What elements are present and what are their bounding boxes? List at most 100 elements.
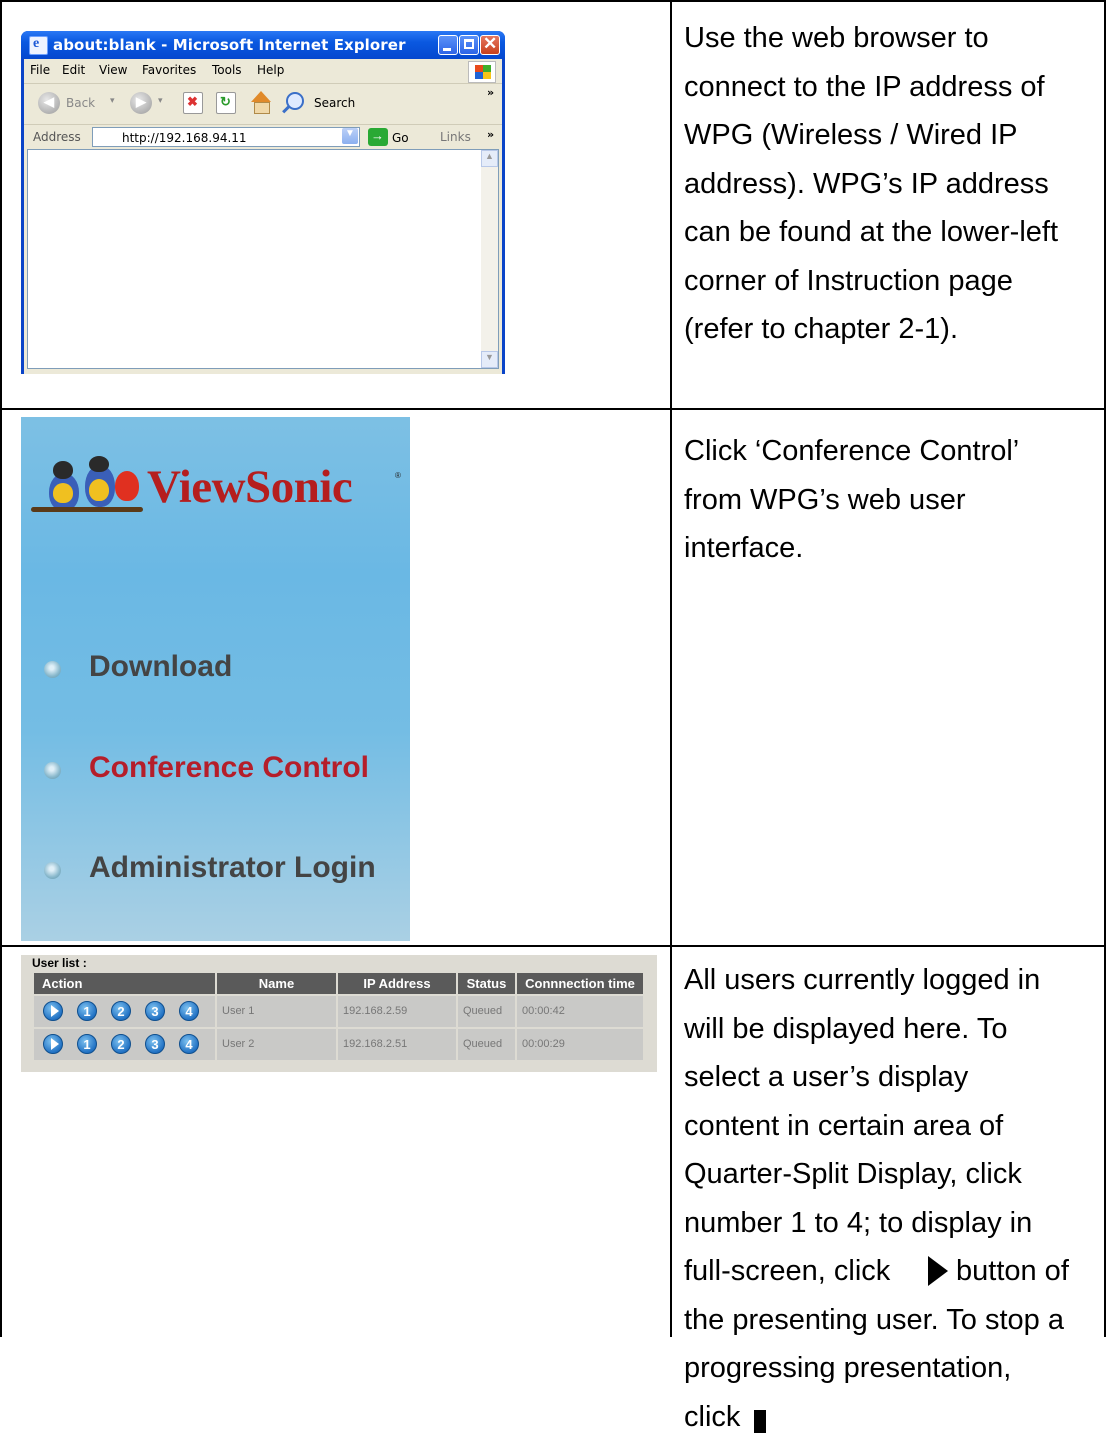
back-dropdown-icon[interactable]: ▾: [110, 96, 115, 106]
birds-logo-icon: [31, 459, 143, 529]
scroll-up-icon[interactable]: ▲: [481, 150, 498, 167]
slot-1-button[interactable]: 1: [77, 1034, 97, 1054]
menu-item-label: Conference Control: [89, 751, 369, 785]
slot-4-button[interactable]: 4: [179, 1001, 199, 1021]
desc-line: Click ‘Conference Control’: [684, 427, 1102, 476]
description-user-list: All users currently logged in will be di…: [684, 956, 1102, 1441]
desc-line: All users currently logged in: [684, 956, 1102, 1005]
scroll-down-icon[interactable]: ▼: [481, 351, 498, 368]
ie-client-area: File Edit View Favorites Tools Help ◀ Ba…: [24, 59, 502, 374]
play-icon[interactable]: [43, 1001, 63, 1021]
action-cell: 1 2 3 4: [34, 1029, 217, 1060]
table-row-divider: [0, 408, 1106, 410]
stop-icon[interactable]: ✖: [183, 92, 203, 114]
menu-help[interactable]: Help: [257, 63, 284, 77]
user-list-title: User list :: [32, 956, 87, 970]
desc-line: number 1 to 4; to display in: [684, 1199, 1102, 1248]
radio-bullet-icon: [44, 661, 61, 678]
name-cell: User 2: [217, 1029, 338, 1060]
play-icon: [928, 1256, 948, 1286]
menu-file[interactable]: File: [30, 63, 50, 77]
ie-menu-bar: File Edit View Favorites Tools Help: [24, 59, 502, 84]
forward-dropdown-icon[interactable]: ▾: [158, 96, 163, 106]
table-row-divider: [0, 945, 1106, 947]
desc-line: WPG (Wireless / Wired IP: [684, 111, 1102, 160]
status-cell: Queued: [458, 996, 517, 1027]
links-chevron-icon[interactable]: »: [487, 128, 494, 141]
description-browser: Use the web browser to connect to the IP…: [684, 14, 1102, 354]
minimize-icon[interactable]: [438, 35, 458, 55]
menu-view[interactable]: View: [99, 63, 127, 77]
name-cell: User 1: [217, 996, 338, 1027]
address-input[interactable]: http://192.168.94.11: [92, 127, 360, 147]
forward-arrow-icon[interactable]: ▶: [130, 92, 152, 114]
slot-1-button[interactable]: 1: [77, 1001, 97, 1021]
table-border-left: [0, 0, 2, 1337]
desc-line: select a user’s display: [684, 1053, 1102, 1102]
ie-window-title: about:blank - Microsoft Internet Explore…: [53, 36, 406, 54]
ie-title-bar: e about:blank - Microsoft Internet Explo…: [21, 31, 505, 59]
toolbar-chevron-icon[interactable]: »: [487, 86, 494, 99]
back-arrow-icon[interactable]: ◀: [38, 92, 60, 114]
ip-cell: 192.168.2.51: [338, 1029, 458, 1060]
desc-line-with-icon: full-screen, click button of: [684, 1247, 1102, 1296]
ip-cell: 192.168.2.59: [338, 996, 458, 1027]
close-icon[interactable]: ✕: [480, 35, 500, 55]
desc-line: can be found at the lower-left: [684, 208, 1102, 257]
desc-line: connect to the IP address of: [684, 63, 1102, 112]
viewsonic-web-ui: ViewSonic ® Download Conference Control …: [21, 417, 410, 941]
desc-text: click: [684, 1401, 740, 1433]
table-header: Action Name IP Address Status Connnectio…: [34, 973, 643, 994]
menu-tools[interactable]: Tools: [212, 63, 242, 77]
home-icon[interactable]: [248, 91, 274, 115]
time-cell: 00:00:42: [517, 996, 643, 1027]
desc-text: button of: [956, 1247, 1069, 1296]
header-name: Name: [217, 973, 338, 994]
desc-line-with-icon: click: [684, 1393, 1102, 1441]
play-icon[interactable]: [43, 1034, 63, 1054]
vertical-scrollbar[interactable]: ▲ ▼: [481, 150, 498, 368]
back-label[interactable]: Back: [66, 96, 95, 110]
stop-icon: [754, 1410, 766, 1433]
refresh-icon[interactable]: ↻: [216, 92, 236, 114]
links-label[interactable]: Links: [440, 130, 471, 144]
desc-line: will be displayed here. To: [684, 1005, 1102, 1054]
status-cell: Queued: [458, 1029, 517, 1060]
user-list-panel: User list : Action Name IP Address Statu…: [21, 955, 657, 1072]
ie-browser-window: e about:blank - Microsoft Internet Explo…: [21, 31, 505, 374]
radio-bullet-icon: [44, 862, 61, 879]
address-dropdown-icon[interactable]: ▼: [342, 128, 358, 144]
menu-edit[interactable]: Edit: [62, 63, 85, 77]
desc-line: progressing presentation,: [684, 1344, 1102, 1393]
desc-line: interface.: [684, 524, 1102, 573]
ie-toolbar: ◀ Back ▾ ▶ ▾ ✖ ↻ Search »: [24, 84, 502, 125]
search-icon-handle: [282, 106, 290, 114]
go-button[interactable]: Go: [392, 131, 409, 145]
time-cell: 00:00:29: [517, 1029, 643, 1060]
slot-3-button[interactable]: 3: [145, 1001, 165, 1021]
desc-line: corner of Instruction page: [684, 257, 1102, 306]
slot-4-button[interactable]: 4: [179, 1034, 199, 1054]
viewsonic-logo: ViewSonic: [147, 460, 352, 514]
table-row: 1 2 3 4 User 2 192.168.2.51 Queued 00:00…: [34, 1029, 643, 1060]
search-label[interactable]: Search: [314, 96, 355, 110]
radio-bullet-icon: [44, 762, 61, 779]
windows-logo-icon: [468, 61, 496, 83]
address-label: Address: [33, 130, 81, 144]
slot-2-button[interactable]: 2: [111, 1034, 131, 1054]
description-conference-control: Click ‘Conference Control’ from WPG’s we…: [684, 427, 1102, 573]
desc-line: address). WPG’s IP address: [684, 160, 1102, 209]
action-cell: 1 2 3 4: [34, 996, 217, 1027]
ie-icon: e: [29, 36, 48, 55]
slot-2-button[interactable]: 2: [111, 1001, 131, 1021]
maximize-icon[interactable]: [459, 35, 479, 55]
ie-address-bar: Address http://192.168.94.11 ▼ → Go Link…: [24, 125, 502, 149]
slot-3-button[interactable]: 3: [145, 1034, 165, 1054]
menu-favorites[interactable]: Favorites: [142, 63, 196, 77]
header-action: Action: [34, 973, 217, 994]
menu-item-label: Administrator Login: [89, 851, 376, 885]
desc-line: (refer to chapter 2-1).: [684, 305, 1102, 354]
registered-mark: ®: [395, 471, 401, 480]
desc-line: content in certain area of: [684, 1102, 1102, 1151]
go-arrow-icon[interactable]: →: [368, 128, 388, 146]
